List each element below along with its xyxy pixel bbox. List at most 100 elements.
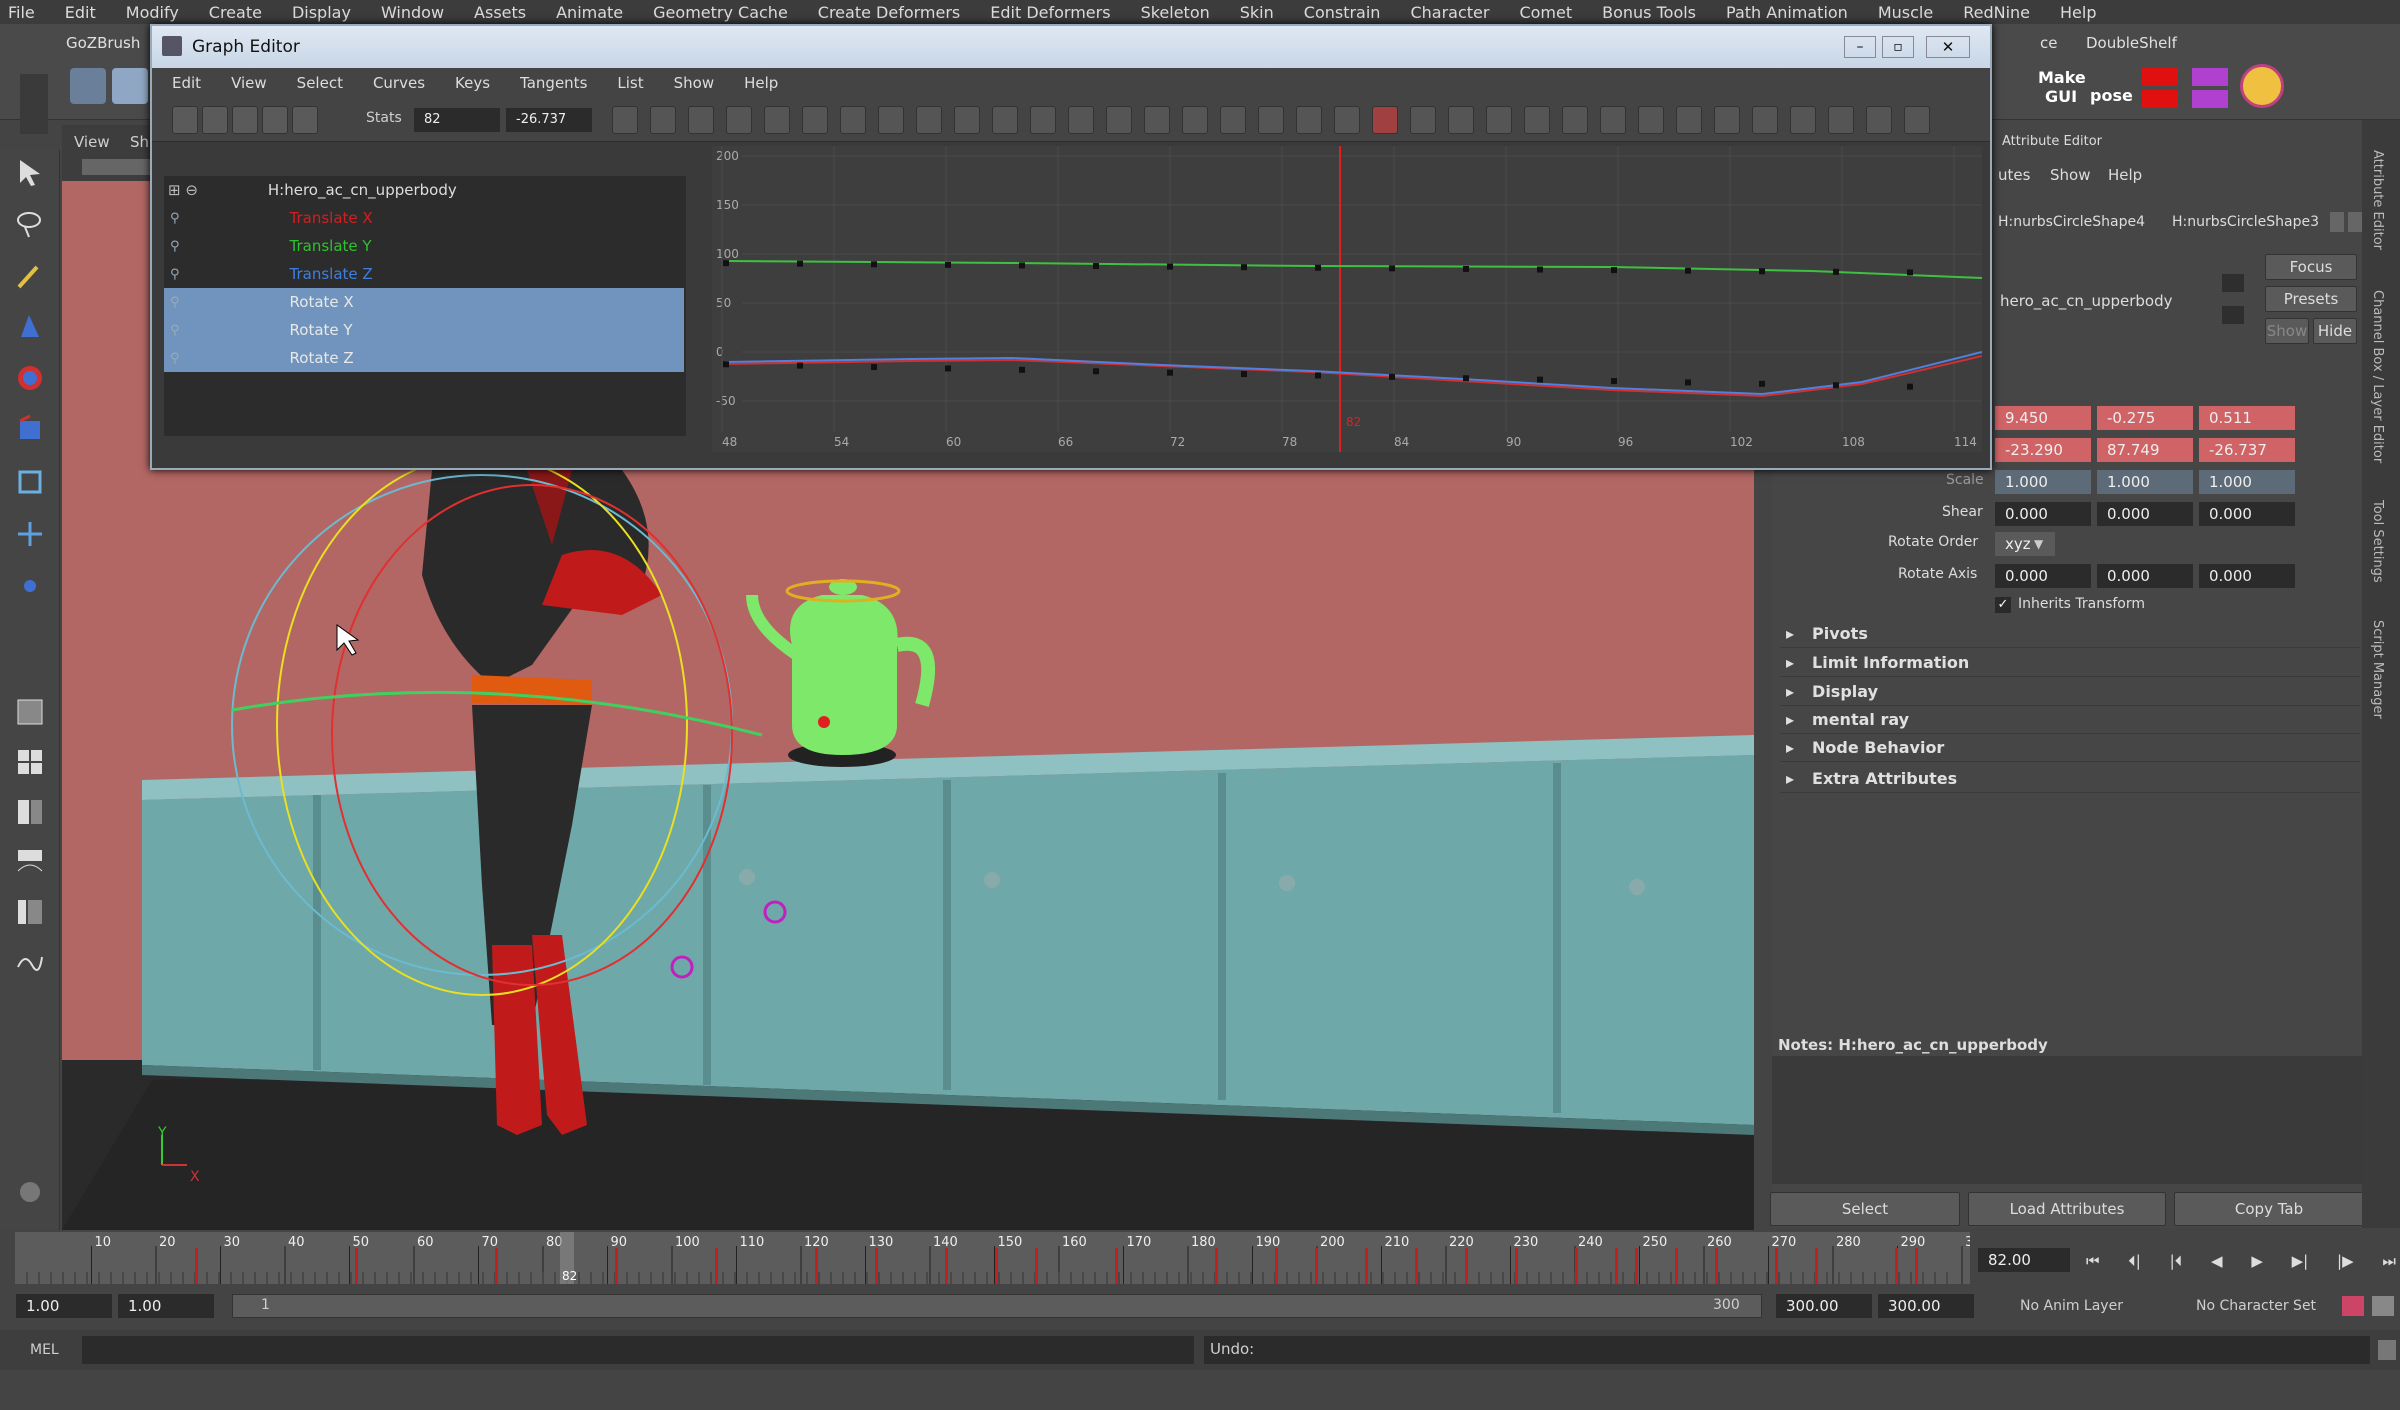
select-button[interactable]: Select bbox=[1770, 1192, 1960, 1226]
ge-tool-icon[interactable] bbox=[1828, 106, 1854, 134]
ge-tool-icon[interactable] bbox=[1296, 106, 1322, 134]
menu-geometry-cache[interactable]: Geometry Cache bbox=[653, 3, 788, 22]
go-to-start-icon[interactable]: ⏮ bbox=[2086, 1252, 2100, 1270]
ge-tool-icon[interactable] bbox=[878, 106, 904, 134]
ge-tool-icon[interactable] bbox=[992, 106, 1018, 134]
translate-z-field[interactable]: 0.511 bbox=[2199, 406, 2295, 430]
sculpt-tool-icon[interactable] bbox=[8, 304, 52, 348]
current-frame-field[interactable]: 82.00 bbox=[1978, 1248, 2070, 1272]
step-back-icon[interactable]: ⏴| bbox=[2128, 1252, 2141, 1270]
lasso-tool-icon[interactable] bbox=[8, 202, 52, 246]
step-forward-icon[interactable]: |▶ bbox=[2337, 1252, 2354, 1270]
layout-single-icon[interactable] bbox=[8, 690, 52, 734]
ae-node-icon[interactable] bbox=[2222, 274, 2244, 292]
ge-tool-icon[interactable] bbox=[1144, 106, 1170, 134]
ge-tool-icon[interactable] bbox=[1600, 106, 1626, 134]
shear-x-field[interactable]: 0.000 bbox=[1995, 502, 2091, 526]
section-limit-information[interactable]: ▸ Limit Information bbox=[1780, 649, 2360, 677]
owl-icon[interactable] bbox=[2240, 64, 2284, 108]
soft-mod-tool-icon[interactable] bbox=[8, 564, 52, 608]
menu-assets[interactable]: Assets bbox=[474, 3, 526, 22]
shelf-tab-partial[interactable]: ce bbox=[2040, 34, 2057, 52]
ge-tool-icon[interactable] bbox=[1410, 106, 1436, 134]
auto-key-icon[interactable] bbox=[2342, 1296, 2364, 1316]
menu-character[interactable]: Character bbox=[1410, 3, 1489, 22]
stats-frame-field[interactable]: 82 bbox=[414, 108, 500, 132]
playback-start-field[interactable]: 1.00 bbox=[118, 1294, 214, 1318]
ge-tool-icon[interactable] bbox=[1258, 106, 1284, 134]
scale-x-field[interactable]: 1.000 bbox=[1995, 470, 2091, 494]
next-key-icon[interactable]: ▶| bbox=[2292, 1252, 2309, 1270]
pin-icon[interactable]: ⚲ bbox=[170, 295, 180, 310]
copy-tab-button[interactable]: Copy Tab bbox=[2174, 1192, 2364, 1226]
rotate-axis-z-field[interactable]: 0.000 bbox=[2199, 564, 2295, 588]
ge-tool-icon[interactable] bbox=[802, 106, 828, 134]
layout-four-icon[interactable] bbox=[8, 740, 52, 784]
rotate-z-field[interactable]: -26.737 bbox=[2199, 438, 2295, 462]
red-shelf-icon[interactable] bbox=[2142, 90, 2178, 108]
ge-tool-icon[interactable] bbox=[764, 106, 790, 134]
inherits-transform-checkbox[interactable]: ✓ bbox=[1995, 597, 2011, 613]
layout-graph-icon[interactable] bbox=[8, 840, 52, 884]
section-mental-ray[interactable]: ▸ mental ray bbox=[1780, 706, 2360, 734]
pin-icon[interactable]: ⚲ bbox=[170, 323, 180, 338]
shear-y-field[interactable]: 0.000 bbox=[2097, 502, 2193, 526]
outliner-channel-row[interactable]: ⚲ Translate Z bbox=[164, 260, 684, 288]
scale-tool-icon[interactable] bbox=[8, 460, 52, 504]
shelf-tab-gozbrush[interactable]: GoZBrush bbox=[66, 34, 140, 52]
ge-tool-icon[interactable] bbox=[262, 106, 288, 134]
ae-tab-next-icon[interactable] bbox=[2348, 212, 2362, 232]
purple-shelf-icon[interactable] bbox=[2192, 68, 2228, 86]
menu-skin[interactable]: Skin bbox=[1240, 3, 1274, 22]
manipulator-tool-icon[interactable] bbox=[8, 512, 52, 556]
end-time-field[interactable]: 300.00 bbox=[1878, 1294, 1974, 1318]
menu-create-deformers[interactable]: Create Deformers bbox=[818, 3, 960, 22]
go-to-end-icon[interactable]: ⏭ bbox=[2382, 1252, 2396, 1270]
ge-tool-icon[interactable] bbox=[612, 106, 638, 134]
ae-node-icon[interactable] bbox=[2222, 306, 2244, 324]
rotate-y-field[interactable]: 87.749 bbox=[2097, 438, 2193, 462]
ge-menu-select[interactable]: Select bbox=[297, 74, 343, 92]
ge-tool-icon[interactable] bbox=[1638, 106, 1664, 134]
ge-tool-icon[interactable] bbox=[232, 106, 258, 134]
menu-comet[interactable]: Comet bbox=[1519, 3, 1572, 22]
menu-bonus-tools[interactable]: Bonus Tools bbox=[1602, 3, 1696, 22]
menu-modify[interactable]: Modify bbox=[126, 3, 179, 22]
ge-tool-icon[interactable] bbox=[1562, 106, 1588, 134]
ge-tool-icon[interactable] bbox=[1714, 106, 1740, 134]
ge-tool-icon[interactable] bbox=[292, 106, 318, 134]
paint-tool-icon[interactable] bbox=[8, 254, 52, 298]
prev-key-icon[interactable]: |⏴ bbox=[2170, 1252, 2183, 1270]
stats-value-field[interactable]: -26.737 bbox=[506, 108, 592, 132]
ge-tool-icon[interactable] bbox=[840, 106, 866, 134]
section-extra-attributes[interactable]: ▸ Extra Attributes bbox=[1780, 765, 2360, 793]
play-backward-icon[interactable]: ◀ bbox=[2211, 1252, 2223, 1270]
viewport-menu-view[interactable]: View bbox=[74, 133, 110, 151]
scale-y-field[interactable]: 1.000 bbox=[2097, 470, 2193, 494]
ge-tool-icon[interactable] bbox=[726, 106, 752, 134]
select-tool-icon[interactable] bbox=[8, 150, 52, 194]
ae-menu-help[interactable]: Help bbox=[2108, 166, 2142, 184]
ge-menu-curves[interactable]: Curves bbox=[373, 74, 425, 92]
menu-edit[interactable]: Edit bbox=[65, 3, 96, 22]
ae-menu-show[interactable]: Show bbox=[2050, 166, 2090, 184]
range-slider[interactable]: 1 300 bbox=[232, 1294, 1762, 1318]
close-icon[interactable]: ✕ bbox=[1926, 36, 1970, 58]
red-shelf-icon[interactable] bbox=[2142, 68, 2178, 86]
time-slider[interactable]: 10 20 30 40 50 60 70 80 90 100 110 120 130 140 150 160 1… bbox=[15, 1232, 1990, 1284]
outliner-channel-row[interactable]: ⚲ Rotate Z bbox=[164, 344, 684, 372]
pose-button[interactable]: pose bbox=[2090, 86, 2133, 105]
ge-tool-icon[interactable] bbox=[1524, 106, 1550, 134]
minimize-icon[interactable]: – bbox=[1844, 36, 1876, 58]
ge-tool-icon[interactable] bbox=[1448, 106, 1474, 134]
show-button[interactable]: Show bbox=[2265, 318, 2309, 344]
graph-curve-area[interactable]: 200 150 100 50 0 -50 48 54 60 66 72 78 84 90 96 102 108 1… bbox=[712, 146, 1982, 452]
focus-button[interactable]: Focus bbox=[2265, 254, 2357, 280]
ge-tool-icon[interactable] bbox=[1334, 106, 1360, 134]
ge-tool-icon[interactable] bbox=[1068, 106, 1094, 134]
shelf-tool-icon[interactable] bbox=[70, 68, 106, 104]
translate-y-field[interactable]: -0.275 bbox=[2097, 406, 2193, 430]
menu-skeleton[interactable]: Skeleton bbox=[1141, 3, 1210, 22]
menu-rednine[interactable]: RedNine bbox=[1963, 3, 2030, 22]
ge-tool-icon[interactable] bbox=[688, 106, 714, 134]
